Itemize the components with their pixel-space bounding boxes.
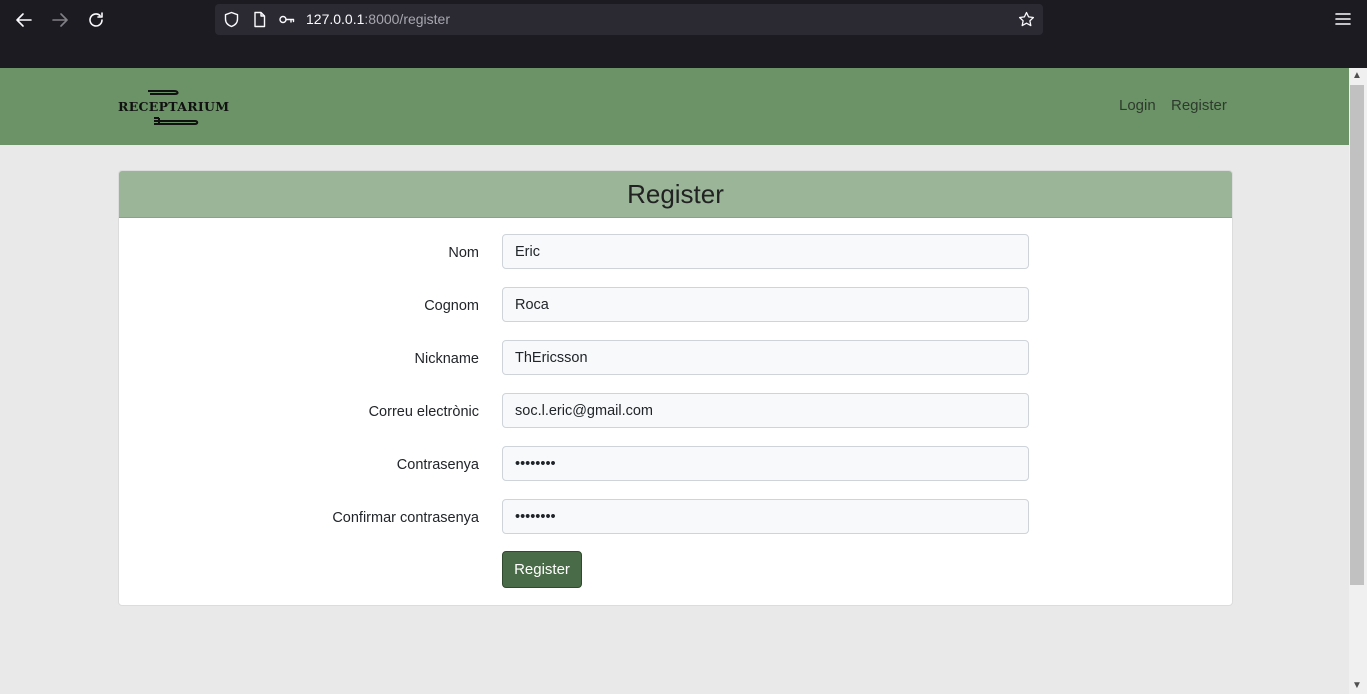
label-nom: Nom (448, 245, 479, 261)
scroll-up-icon[interactable]: ▲ (1351, 70, 1363, 82)
confirm-password-input[interactable] (502, 499, 1029, 534)
page-viewport: RECEPTARIUM Login Register Register Nom … (0, 68, 1349, 694)
nav-login-link[interactable]: Login (1119, 97, 1156, 114)
nav-register-link[interactable]: Register (1171, 97, 1227, 114)
shield-icon[interactable] (223, 11, 240, 28)
register-card: Register Nom Cognom Nickname Correu elec… (118, 170, 1233, 606)
site-logo[interactable]: RECEPTARIUM (118, 84, 230, 130)
nickname-input[interactable] (502, 340, 1029, 375)
page-icon[interactable] (251, 11, 268, 28)
scrollbar-thumb[interactable] (1350, 85, 1364, 585)
label-password: Contrasenya (396, 457, 479, 473)
label-confirm-password: Confirmar contrasenya (332, 510, 479, 526)
star-icon[interactable] (1018, 11, 1035, 28)
card-header: Register (119, 171, 1232, 218)
url-text[interactable]: 127.0.0.1:8000/register (306, 11, 450, 28)
page-title: Register (627, 179, 724, 209)
logo-text: RECEPTARIUM (118, 99, 230, 114)
cognom-input[interactable] (502, 287, 1029, 322)
email-input[interactable] (502, 393, 1029, 428)
site-navbar: RECEPTARIUM Login Register (0, 68, 1349, 145)
reload-icon[interactable] (85, 9, 107, 31)
label-email: Correu electrònic (368, 404, 479, 420)
back-arrow-icon[interactable] (13, 9, 35, 31)
password-input[interactable] (502, 446, 1029, 481)
label-cognom: Cognom (424, 298, 479, 314)
register-submit-button[interactable]: Register (502, 551, 582, 588)
key-icon[interactable] (278, 11, 295, 28)
label-nickname: Nickname (414, 351, 479, 367)
forward-arrow-icon[interactable] (49, 9, 71, 31)
scroll-down-icon[interactable]: ▼ (1351, 680, 1363, 692)
address-bar[interactable]: 127.0.0.1:8000/register (215, 4, 1043, 35)
hamburger-menu-icon[interactable] (1333, 9, 1353, 29)
browser-toolbar: 127.0.0.1:8000/register (0, 0, 1367, 68)
nom-input[interactable] (502, 234, 1029, 269)
